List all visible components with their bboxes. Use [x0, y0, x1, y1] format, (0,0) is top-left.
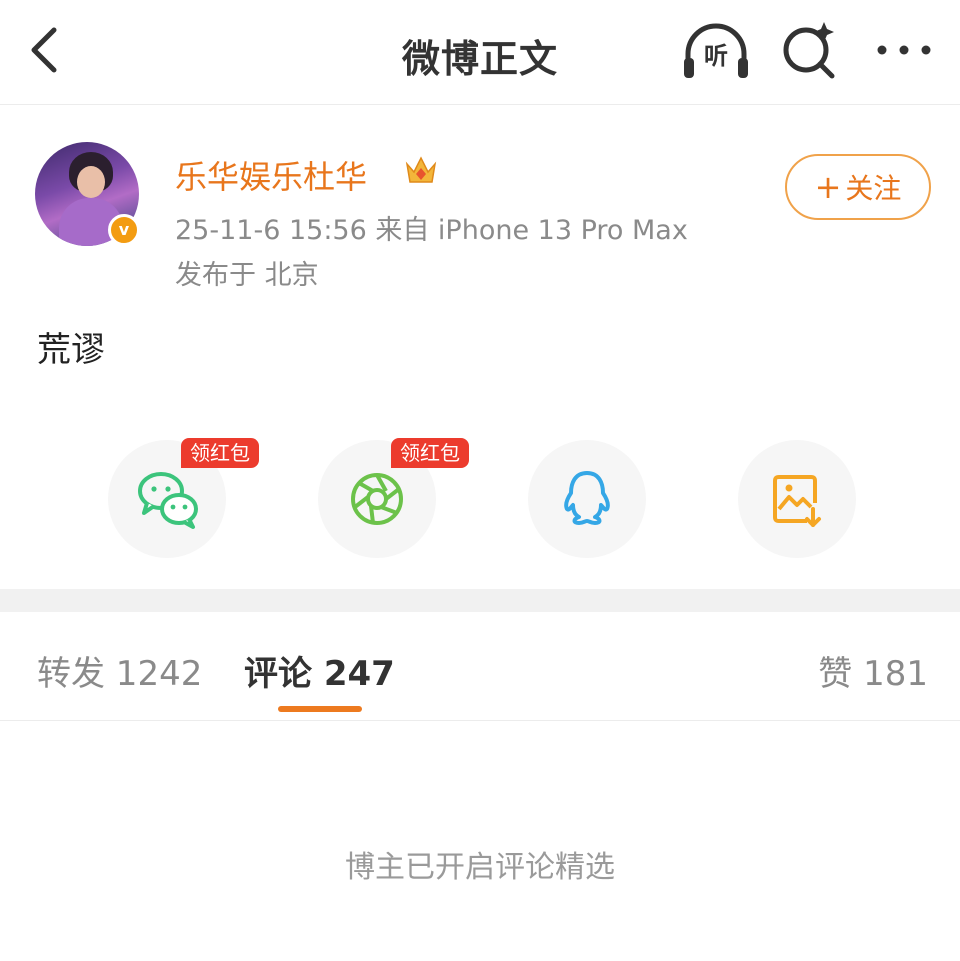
red-packet-tag: 领红包: [391, 438, 469, 468]
qq-icon: [564, 471, 610, 525]
post-meta: 25-11-6 15:56 来自 iPhone 13 Pro Max: [175, 215, 688, 246]
save-image-button[interactable]: [738, 440, 856, 558]
listen-label: 听: [704, 42, 728, 70]
active-tab-indicator: [278, 706, 362, 712]
more-button[interactable]: [872, 30, 936, 70]
crown-icon: [405, 156, 437, 183]
plus-icon: +: [814, 168, 842, 206]
verified-badge: v: [108, 214, 140, 246]
red-packet-tag: 领红包: [181, 438, 259, 468]
share-qq-button[interactable]: [528, 440, 646, 558]
search-button[interactable]: [778, 18, 842, 82]
wechat-icon: [138, 472, 198, 529]
tab-likes[interactable]: 赞 181: [818, 646, 928, 695]
save-image-icon: [773, 475, 821, 527]
search-sparkle-icon: [783, 22, 835, 79]
comments-curated-notice: 博主已开启评论精选: [345, 850, 615, 885]
section-divider: [0, 589, 960, 612]
moments-icon: [351, 473, 403, 525]
top-nav-bar: 微博正文 听: [0, 0, 960, 105]
more-dots-icon: [877, 45, 931, 55]
username[interactable]: 乐华娱乐杜华: [175, 152, 367, 198]
avatar-face: [77, 166, 105, 198]
follow-button[interactable]: + 关注: [785, 154, 931, 220]
listen-button[interactable]: 听: [680, 20, 752, 84]
tabs-divider: [0, 720, 960, 721]
post-text: 荒谬: [37, 330, 105, 370]
tab-comments[interactable]: 评论 247: [244, 646, 395, 695]
post-location: 发布于 北京: [175, 260, 319, 291]
follow-label: 关注: [845, 172, 902, 205]
tab-repost[interactable]: 转发 1242: [37, 646, 202, 695]
